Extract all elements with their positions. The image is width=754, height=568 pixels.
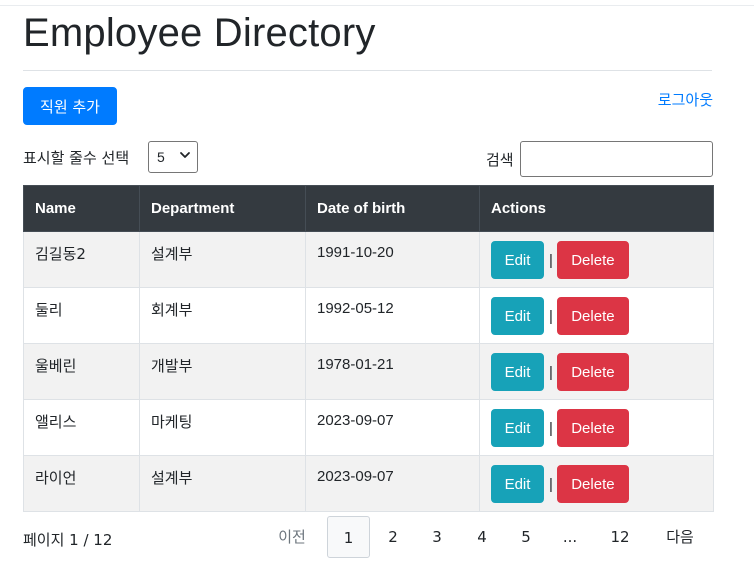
pagination: 이전 1 2 3 4 5 ... 12 다음 bbox=[0, 516, 754, 558]
delete-button[interactable]: Delete bbox=[556, 297, 629, 335]
cell-department: 개발부 bbox=[139, 343, 306, 400]
edit-button[interactable]: Edit bbox=[491, 353, 544, 391]
table-row: 앨리스 마케팅 2023-09-07 Edit | Delete bbox=[23, 399, 714, 456]
column-header-actions: Actions bbox=[479, 185, 714, 232]
cell-date-of-birth: 1991-10-20 bbox=[305, 231, 480, 288]
employee-directory-page: Employee Directory 직원 추가 로그아웃 표시할 줄수 선택 … bbox=[0, 0, 754, 568]
cell-date-of-birth: 1992-05-12 bbox=[305, 287, 480, 344]
cell-department: 회계부 bbox=[139, 287, 306, 344]
action-separator: | bbox=[549, 307, 553, 325]
cell-name: 라이언 bbox=[23, 455, 140, 512]
table-row: 김길동2 설계부 1991-10-20 Edit | Delete bbox=[23, 231, 714, 288]
action-separator: | bbox=[549, 419, 553, 437]
action-separator: | bbox=[549, 363, 553, 381]
title-divider bbox=[23, 70, 712, 71]
page-button-3[interactable]: 3 bbox=[423, 516, 451, 558]
table-row: 둘리 회계부 1992-05-12 Edit | Delete bbox=[23, 287, 714, 344]
edit-button[interactable]: Edit bbox=[491, 297, 544, 335]
action-separator: | bbox=[549, 475, 553, 493]
edit-button[interactable]: Edit bbox=[491, 409, 544, 447]
cell-department: 설계부 bbox=[139, 231, 306, 288]
chevron-down-icon bbox=[180, 152, 190, 158]
cell-department: 마케팅 bbox=[139, 399, 306, 456]
top-divider bbox=[0, 5, 754, 6]
cell-actions: Edit | Delete bbox=[479, 231, 714, 288]
cell-date-of-birth: 1978-01-21 bbox=[305, 343, 480, 400]
cell-name: 김길동2 bbox=[23, 231, 140, 288]
column-header-name: Name bbox=[23, 185, 140, 232]
table-row: 라이언 설계부 2023-09-07 Edit | Delete bbox=[23, 455, 714, 512]
search-input[interactable] bbox=[520, 141, 713, 177]
delete-button[interactable]: Delete bbox=[556, 409, 629, 447]
rows-per-page-select[interactable]: 5 bbox=[148, 141, 198, 173]
page-button-12[interactable]: 12 bbox=[603, 516, 637, 558]
page-title: Employee Directory bbox=[23, 11, 376, 55]
employee-table: Name Department Date of birth Actions 김길… bbox=[23, 185, 714, 512]
add-employee-button[interactable]: 직원 추가 bbox=[23, 87, 117, 125]
table-row: 울베린 개발부 1978-01-21 Edit | Delete bbox=[23, 343, 714, 400]
delete-button[interactable]: Delete bbox=[556, 241, 629, 279]
cell-name: 앨리스 bbox=[23, 399, 140, 456]
search-label: 검색 bbox=[486, 151, 514, 169]
cell-name: 울베린 bbox=[23, 343, 140, 400]
cell-department: 설계부 bbox=[139, 455, 306, 512]
page-button-1[interactable]: 1 bbox=[327, 516, 370, 558]
delete-button[interactable]: Delete bbox=[556, 353, 629, 391]
next-page-button[interactable]: 다음 bbox=[660, 516, 700, 558]
cell-date-of-birth: 2023-09-07 bbox=[305, 399, 480, 456]
logout-link[interactable]: 로그아웃 bbox=[658, 89, 713, 110]
page-button-2[interactable]: 2 bbox=[379, 516, 407, 558]
column-header-date-of-birth: Date of birth bbox=[305, 185, 480, 232]
page-ellipsis: ... bbox=[562, 528, 578, 546]
page-button-4[interactable]: 4 bbox=[468, 516, 496, 558]
rows-per-page-value: 5 bbox=[157, 149, 165, 165]
table-header-row: Name Department Date of birth Actions bbox=[23, 185, 714, 232]
page-button-5[interactable]: 5 bbox=[512, 516, 540, 558]
action-separator: | bbox=[549, 251, 553, 269]
cell-actions: Edit | Delete bbox=[479, 343, 714, 400]
delete-button[interactable]: Delete bbox=[556, 465, 629, 503]
edit-button[interactable]: Edit bbox=[491, 241, 544, 279]
edit-button[interactable]: Edit bbox=[491, 465, 544, 503]
cell-date-of-birth: 2023-09-07 bbox=[305, 455, 480, 512]
cell-actions: Edit | Delete bbox=[479, 287, 714, 344]
cell-actions: Edit | Delete bbox=[479, 455, 714, 512]
cell-name: 둘리 bbox=[23, 287, 140, 344]
cell-actions: Edit | Delete bbox=[479, 399, 714, 456]
rows-per-page-label: 표시할 줄수 선택 bbox=[23, 149, 130, 167]
prev-page-button[interactable]: 이전 bbox=[272, 516, 312, 558]
column-header-department: Department bbox=[139, 185, 306, 232]
